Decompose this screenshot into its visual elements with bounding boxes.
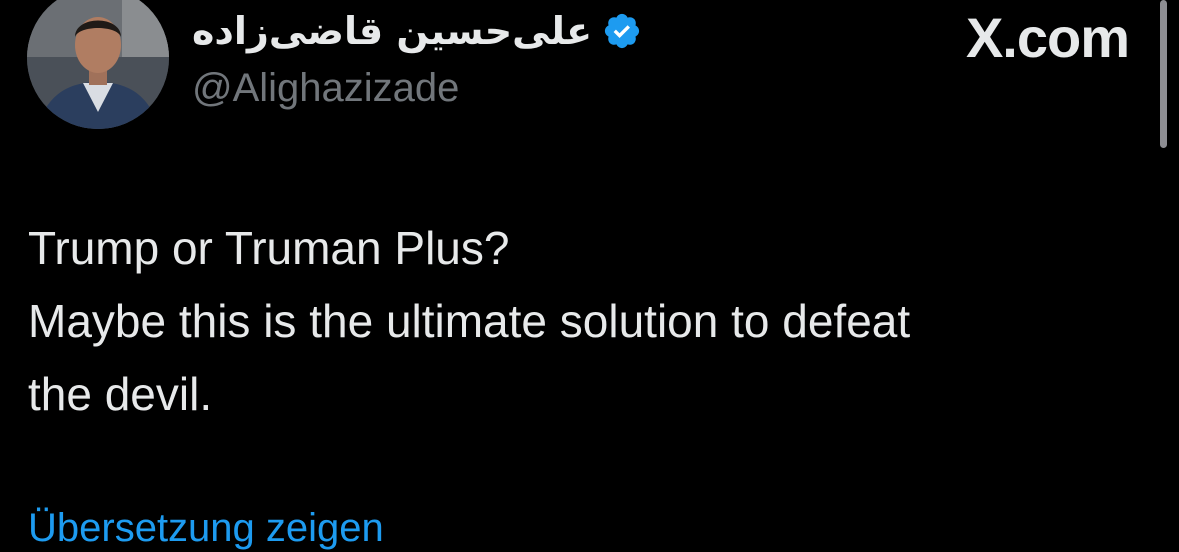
author-name-row[interactable]: علی‌حسین قاضی‌زاده xyxy=(192,2,642,60)
tweet-line: the devil. xyxy=(28,368,213,420)
verified-badge-icon xyxy=(602,11,642,51)
brand-label: X.com xyxy=(965,6,1130,69)
tweet-line: Trump or Truman Plus? xyxy=(28,222,510,274)
author-handle[interactable]: @Alighazizade xyxy=(192,66,459,111)
tweet-text: Trump or Truman Plus? Maybe this is the … xyxy=(28,212,1128,431)
translate-link[interactable]: Übersetzung zeigen xyxy=(28,504,384,552)
avatar[interactable] xyxy=(27,0,169,129)
tweet-line: Maybe this is the ultimate solution to d… xyxy=(28,295,911,347)
scrollbar[interactable] xyxy=(1160,0,1167,148)
author-display-name[interactable]: علی‌حسین قاضی‌زاده xyxy=(192,9,592,53)
